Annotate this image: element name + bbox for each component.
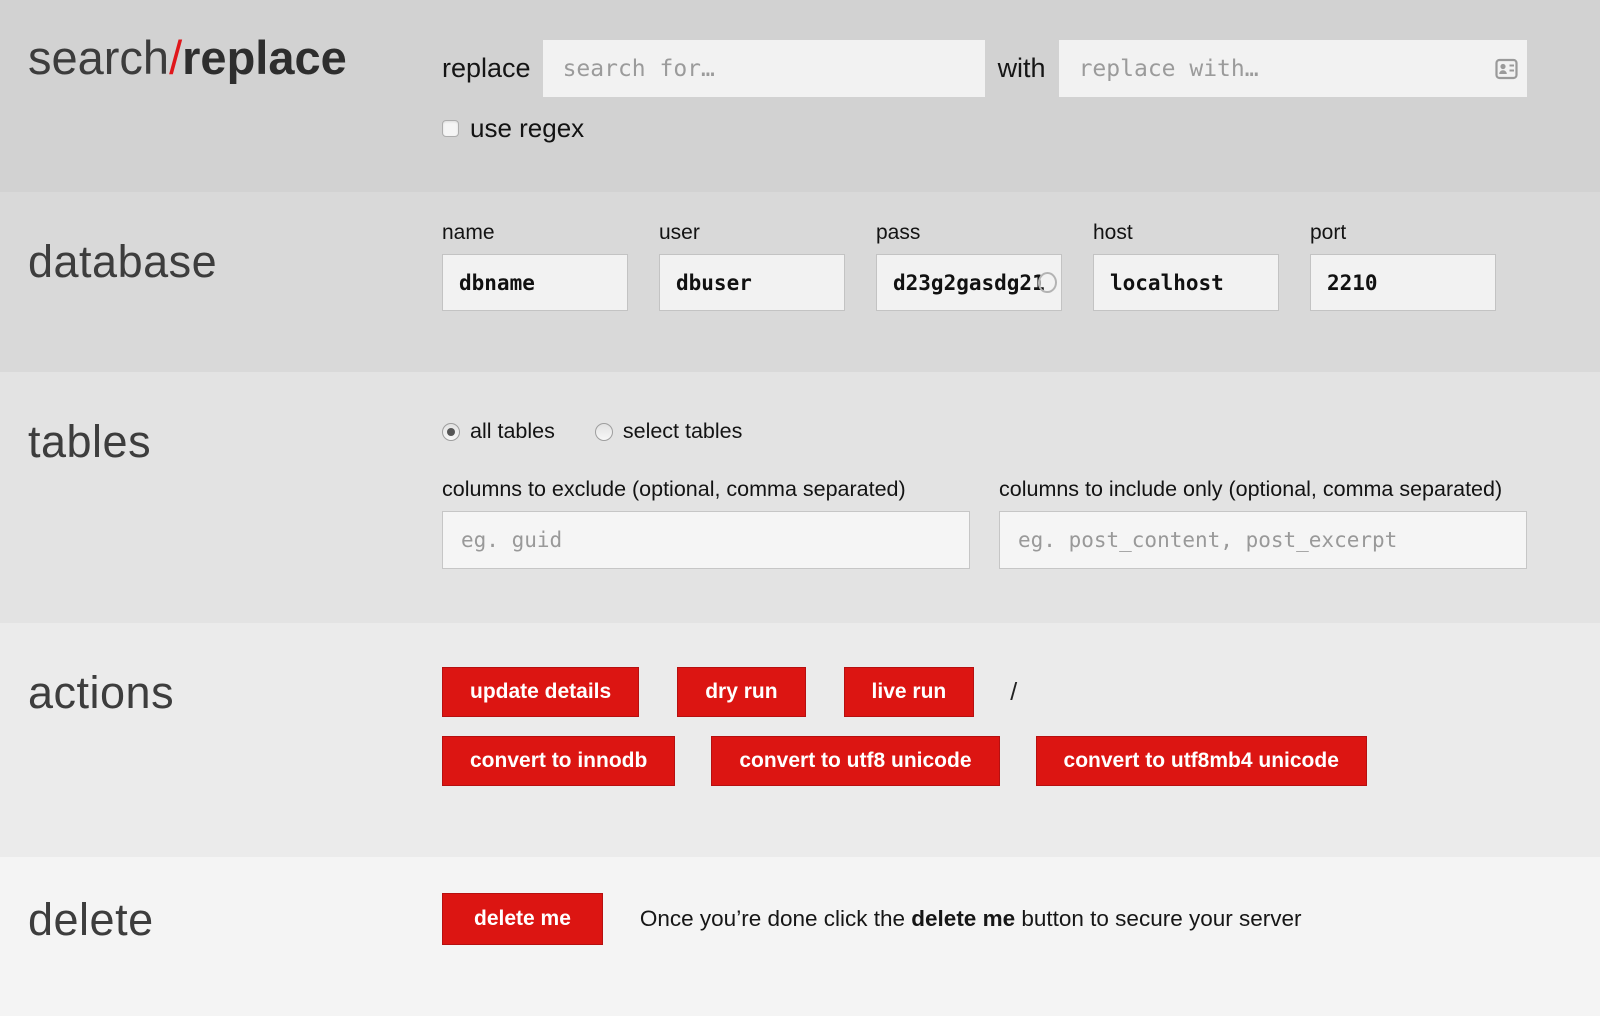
use-regex-label: use regex <box>470 113 584 144</box>
db-name-field-group: name <box>442 221 628 311</box>
replace-with-input[interactable] <box>1059 40 1527 97</box>
app-logo: search/replace <box>28 0 442 85</box>
db-user-field-group: user <box>659 221 845 311</box>
db-pass-input[interactable] <box>876 254 1062 311</box>
db-pass-label: pass <box>876 221 1062 245</box>
db-user-input[interactable] <box>659 254 845 311</box>
delete-me-button[interactable]: delete me <box>442 893 603 945</box>
delete-note-bold: delete me <box>911 906 1015 931</box>
logo-slash: / <box>169 31 182 84</box>
live-run-button[interactable]: live run <box>844 667 975 717</box>
convert-innodb-button[interactable]: convert to innodb <box>442 736 675 786</box>
delete-heading: delete <box>28 857 442 946</box>
autofill-contact-card-icon[interactable] <box>1495 58 1518 79</box>
with-label: with <box>998 53 1046 84</box>
replace-label: replace <box>442 53 531 84</box>
select-tables-option[interactable]: select tables <box>595 419 743 444</box>
select-tables-label: select tables <box>623 419 743 444</box>
update-details-button[interactable]: update details <box>442 667 639 717</box>
header-section: search/replace replace with use regex <box>0 0 1600 192</box>
delete-section: delete delete me Once you’re done click … <box>0 857 1600 1016</box>
include-columns-input[interactable] <box>999 511 1527 569</box>
convert-utf8mb4-button[interactable]: convert to utf8mb4 unicode <box>1036 736 1367 786</box>
select-tables-radio[interactable] <box>595 423 613 441</box>
db-host-label: host <box>1093 221 1279 245</box>
db-host-field-group: host <box>1093 221 1279 311</box>
include-columns-label: columns to include only (optional, comma… <box>999 477 1527 502</box>
actions-slash-separator: / <box>1010 678 1017 707</box>
db-port-field-group: port <box>1310 221 1496 311</box>
tables-heading: tables <box>28 372 442 468</box>
db-name-input[interactable] <box>442 254 628 311</box>
dry-run-button[interactable]: dry run <box>677 667 805 717</box>
actions-section: actions update details dry run live run … <box>0 623 1600 857</box>
db-user-label: user <box>659 221 845 245</box>
search-for-input[interactable] <box>543 40 985 97</box>
database-heading: database <box>28 192 442 288</box>
db-pass-field-group: pass <box>876 221 1062 311</box>
exclude-columns-input[interactable] <box>442 511 970 569</box>
logo-search-text: search <box>28 31 169 84</box>
delete-note: Once you’re done click the delete me but… <box>640 906 1302 932</box>
db-port-label: port <box>1310 221 1496 245</box>
db-name-label: name <box>442 221 628 245</box>
use-regex-checkbox[interactable] <box>442 120 459 137</box>
logo-replace-text: replace <box>182 31 347 84</box>
use-regex-option[interactable]: use regex <box>442 113 1527 144</box>
all-tables-label: all tables <box>470 419 555 444</box>
all-tables-radio[interactable] <box>442 423 460 441</box>
convert-utf8-button[interactable]: convert to utf8 unicode <box>711 736 999 786</box>
actions-heading: actions <box>28 623 442 719</box>
exclude-columns-group: columns to exclude (optional, comma sepa… <box>442 477 970 569</box>
delete-note-suffix: button to secure your server <box>1015 906 1301 931</box>
delete-note-prefix: Once you’re done click the <box>640 906 911 931</box>
exclude-columns-label: columns to exclude (optional, comma sepa… <box>442 477 970 502</box>
tables-section: tables all tables select tables columns … <box>0 372 1600 623</box>
include-columns-group: columns to include only (optional, comma… <box>999 477 1527 569</box>
password-reveal-icon[interactable] <box>1038 272 1057 293</box>
database-section: database name user pass host port <box>0 192 1600 372</box>
db-host-input[interactable] <box>1093 254 1279 311</box>
db-port-input[interactable] <box>1310 254 1496 311</box>
all-tables-option[interactable]: all tables <box>442 419 555 444</box>
